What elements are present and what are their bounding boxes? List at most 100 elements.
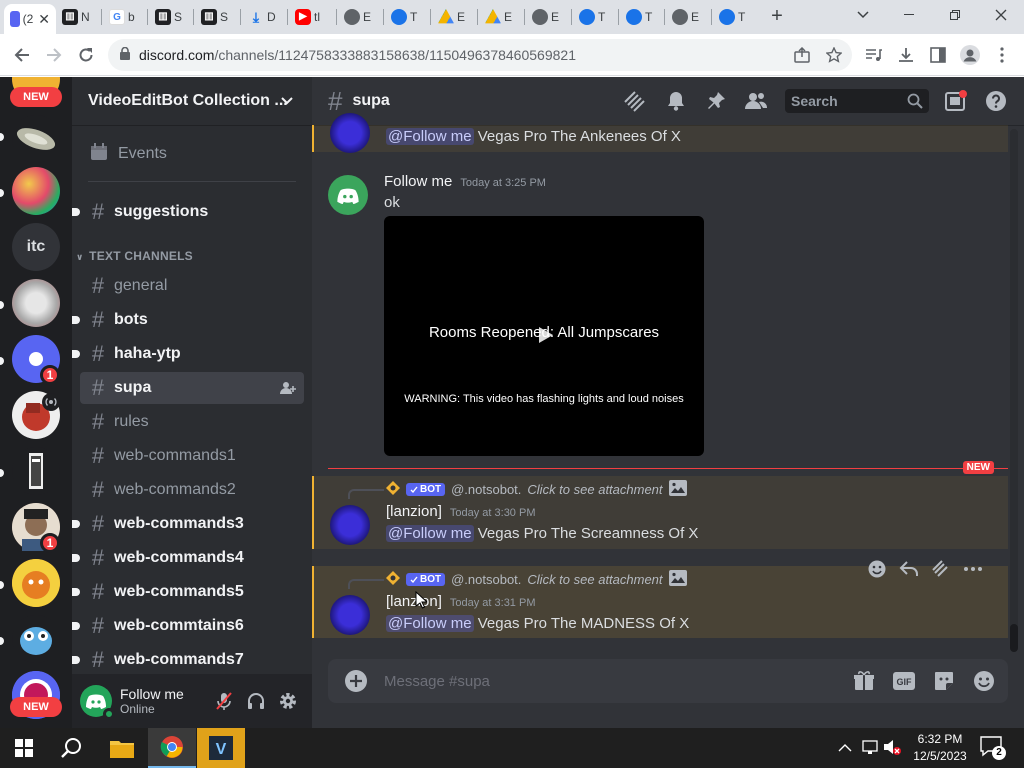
upload-plus-icon[interactable]	[344, 669, 368, 693]
server-icon[interactable]	[12, 279, 60, 327]
pin-icon[interactable]	[704, 89, 728, 113]
message-author[interactable]: [lanzion]	[386, 503, 442, 520]
tab-9[interactable]: T	[391, 6, 417, 28]
tab-6[interactable]: ⤓ D	[248, 6, 276, 28]
tab-close-icon[interactable]: ✕	[38, 11, 50, 28]
emoji-icon[interactable]	[972, 669, 996, 693]
notifications-icon[interactable]: 2	[980, 736, 1006, 763]
chrome-menu-icon[interactable]	[988, 41, 1016, 69]
channel-suggestions[interactable]: # suggestions	[72, 196, 304, 228]
user-mention[interactable]: @Follow me	[386, 128, 474, 145]
settings-gear-icon[interactable]	[276, 689, 300, 713]
inbox-icon[interactable]	[944, 89, 968, 113]
reply-author[interactable]: @.notsobot.	[451, 482, 521, 497]
taskbar-clock[interactable]: 6:32 PM 12/5/2023	[904, 731, 976, 765]
tab-15[interactable]: E	[672, 6, 699, 28]
chrome-taskbar-icon[interactable]	[148, 728, 196, 768]
notification-bell-icon[interactable]	[664, 89, 688, 113]
user-mention[interactable]: @Follow me	[386, 525, 474, 542]
gif-icon[interactable]: GIF	[892, 669, 916, 693]
share-icon[interactable]	[788, 41, 816, 69]
minimize-icon[interactable]	[886, 0, 932, 30]
volume-muted-icon[interactable]	[882, 738, 902, 761]
channel-web-commands2[interactable]: # web-commands2	[80, 474, 304, 506]
guild-header[interactable]: VideoEditBot Collection ...	[72, 77, 312, 125]
tab-4[interactable]: ▥ S	[155, 6, 182, 28]
message-input[interactable]	[384, 659, 824, 703]
gift-icon[interactable]	[852, 669, 876, 693]
channel-web-commands4[interactable]: # web-commands4	[72, 542, 304, 574]
tab-5[interactable]: ▥ S	[201, 6, 228, 28]
channel-rules[interactable]: # rules	[80, 406, 304, 438]
avatar[interactable]	[80, 685, 115, 720]
add-member-icon[interactable]	[280, 380, 296, 401]
media-queue-icon[interactable]	[860, 41, 888, 69]
tab-8[interactable]: E	[344, 6, 371, 28]
server-itc[interactable]: itc	[12, 223, 60, 271]
server-icon[interactable]	[12, 167, 60, 215]
close-window-icon[interactable]	[978, 0, 1024, 30]
forward-arrow-icon[interactable]	[40, 41, 68, 69]
show-hidden-icons-chevron-icon[interactable]	[838, 740, 852, 758]
sticker-icon[interactable]	[932, 669, 956, 693]
message-author[interactable]: [lanzion]	[386, 593, 442, 610]
tab-7[interactable]: ▶ tl	[295, 6, 320, 28]
side-panel-icon[interactable]	[924, 41, 952, 69]
restore-icon[interactable]	[932, 0, 978, 30]
tab-12[interactable]: E	[532, 6, 559, 28]
channel-web-commands7[interactable]: # web-commands7	[72, 644, 304, 676]
downloads-icon[interactable]	[892, 41, 920, 69]
scrollbar[interactable]	[1010, 129, 1018, 652]
reply-author[interactable]: @.notsobot.	[451, 572, 521, 587]
file-explorer-icon[interactable]	[98, 728, 146, 768]
play-icon[interactable]	[536, 326, 554, 349]
bookmark-star-icon[interactable]	[820, 41, 848, 69]
server-icon[interactable]	[12, 559, 60, 607]
headphones-icon[interactable]	[244, 689, 268, 713]
back-arrow-icon[interactable]	[8, 41, 36, 69]
help-icon[interactable]	[984, 89, 1008, 113]
more-options-icon[interactable]	[960, 556, 986, 582]
tab-search-chevron-icon[interactable]	[840, 0, 886, 30]
new-tab-plus-icon[interactable]: +	[766, 5, 788, 27]
network-icon[interactable]	[862, 738, 880, 761]
vegas-taskbar-icon[interactable]: V	[197, 728, 245, 768]
tab-11[interactable]: E	[485, 6, 512, 28]
tab-13[interactable]: T	[579, 6, 605, 28]
reply-preview[interactable]: BOT @.notsobot. Click to see attachment	[386, 570, 687, 589]
channel-supa[interactable]: # supa	[80, 372, 304, 404]
channel-haha-ytp[interactable]: # haha-ytp	[72, 338, 304, 370]
search-box[interactable]: Search	[785, 89, 929, 113]
reply-arrow-icon[interactable]	[896, 556, 922, 582]
user-mention[interactable]: @Follow me	[386, 615, 474, 632]
avatar[interactable]	[330, 505, 370, 545]
category-text-channels[interactable]: ∨ TEXT CHANNELS	[76, 249, 193, 263]
channel-web-commands3[interactable]: # web-commands3	[72, 508, 304, 540]
create-thread-icon[interactable]	[928, 556, 954, 582]
server-icon[interactable]	[12, 447, 60, 495]
channel-web-commands5[interactable]: # web-commands5	[72, 576, 304, 608]
add-reaction-icon[interactable]	[864, 556, 890, 582]
tab-14[interactable]: T	[626, 6, 652, 28]
reload-icon[interactable]	[72, 41, 100, 69]
message-author[interactable]: Follow me	[384, 173, 452, 190]
avatar[interactable]	[330, 113, 370, 153]
channel-web-commands1[interactable]: # web-commands1	[80, 440, 304, 472]
channel-web-commtains6[interactable]: # web-commtains6	[72, 610, 304, 642]
address-bar[interactable]: discord.com/channels/1124758333883158638…	[108, 39, 852, 71]
tab-discord[interactable]: (2 ✕	[4, 4, 56, 34]
mute-mic-icon[interactable]	[212, 689, 236, 713]
profile-avatar-icon[interactable]	[956, 41, 984, 69]
search-icon[interactable]	[48, 728, 96, 768]
tab-2[interactable]: ▥ N	[62, 6, 90, 28]
avatar[interactable]	[330, 595, 370, 635]
tab-3[interactable]: Gb	[109, 6, 135, 28]
windows-start-icon[interactable]	[0, 728, 48, 768]
scrollbar-thumb[interactable]	[1010, 624, 1018, 652]
tab-10[interactable]: E	[438, 6, 465, 28]
reply-preview[interactable]: BOT @.notsobot. Click to see attachment	[386, 480, 687, 499]
avatar[interactable]	[328, 175, 368, 215]
member-list-icon[interactable]	[744, 89, 768, 113]
channel-general[interactable]: # general	[80, 270, 304, 302]
channel-bots[interactable]: # bots	[72, 304, 304, 336]
